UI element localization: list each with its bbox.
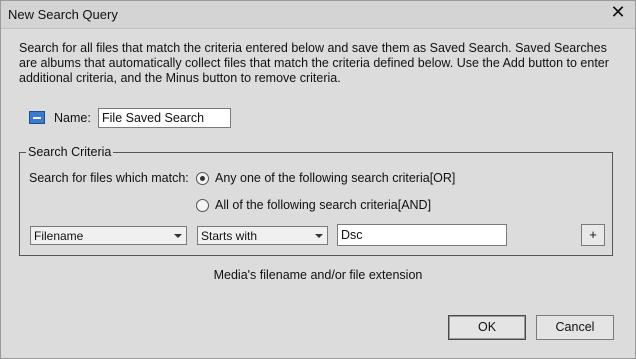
chevron-down-icon [315, 234, 323, 238]
match-label: Search for files which match: [29, 171, 189, 185]
operator-select[interactable]: Starts with [197, 226, 328, 245]
radio-and-label: All of the following search criteria[AND… [215, 198, 432, 212]
field-select[interactable]: Filename [30, 226, 187, 245]
add-criteria-button[interactable]: + [581, 224, 605, 246]
cancel-button[interactable]: Cancel [536, 315, 614, 340]
field-select-value: Filename [34, 229, 84, 243]
chevron-down-icon [174, 234, 182, 238]
search-criteria-legend: Search Criteria [28, 145, 112, 159]
saved-search-icon [29, 111, 45, 124]
ok-button[interactable]: OK [448, 315, 526, 340]
name-label: Name: [54, 111, 91, 125]
radio-or-label: Any one of the following search criteria… [215, 171, 456, 185]
name-input[interactable] [98, 108, 231, 128]
radio-and-button[interactable] [196, 199, 209, 212]
title-bar: New Search Query ✕ [1, 1, 635, 29]
criteria-value-input[interactable] [337, 224, 507, 246]
dialog-description: Search for all files that match the crit… [19, 41, 609, 85]
dialog-title: New Search Query [8, 7, 118, 22]
new-search-query-dialog: New Search Query ✕ Search for all files … [0, 0, 636, 359]
radio-or-button[interactable] [196, 172, 209, 185]
close-icon[interactable]: ✕ [609, 4, 627, 22]
operator-select-value: Starts with [201, 229, 258, 243]
criteria-hint: Media's filename and/or file extension [213, 268, 423, 282]
